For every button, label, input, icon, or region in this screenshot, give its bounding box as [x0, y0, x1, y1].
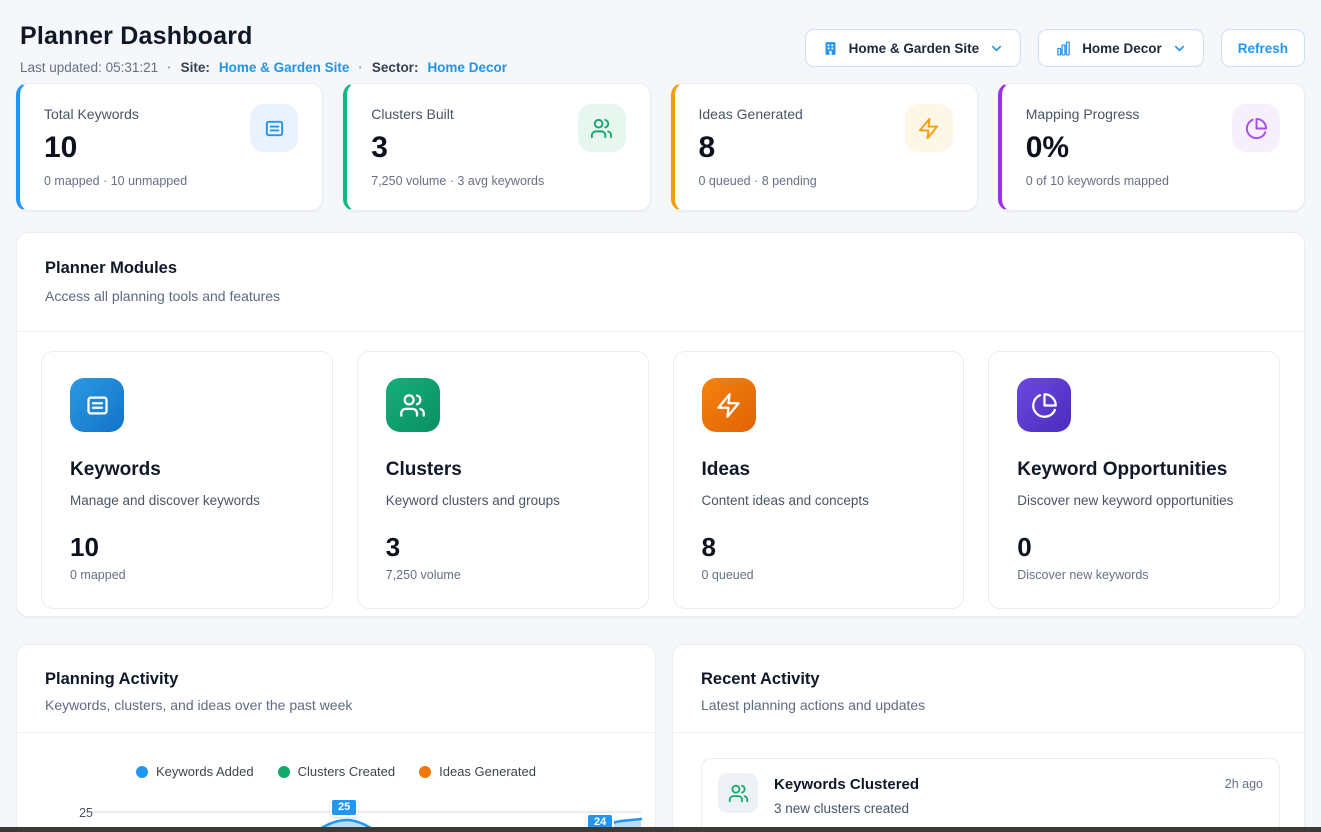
users-icon — [578, 104, 626, 152]
module-card-keywords[interactable]: Keywords Manage and discover keywords 10… — [41, 351, 333, 609]
legend-dot-orange — [419, 766, 431, 778]
stat-sub: 0 queued · 8 pending — [699, 174, 953, 188]
module-value: 3 — [386, 532, 620, 563]
module-description: Content ideas and concepts — [702, 493, 936, 508]
legend-label: Clusters Created — [298, 764, 396, 779]
activity-item-body: Keywords Clustered 3 new clusters create… — [774, 773, 1209, 829]
site-link[interactable]: Home & Garden Site — [219, 60, 350, 75]
module-description: Manage and discover keywords — [70, 493, 304, 508]
module-title: Clusters — [386, 459, 620, 481]
modules-panel-subtitle: Access all planning tools and features — [45, 288, 280, 304]
sector-selector-label: Home Decor — [1082, 41, 1162, 56]
header-controls: Home & Garden Site Home Decor Refresh — [805, 29, 1305, 67]
stat-card-total-keywords: Total Keywords 10 0 mapped · 10 unmapped — [16, 83, 323, 211]
recent-panel-title: Recent Activity — [701, 670, 820, 689]
document-lines-icon — [70, 378, 124, 432]
planner-dashboard-page: Planner Dashboard Last updated: 05:31:21… — [0, 0, 1321, 832]
module-description: Discover new keyword opportunities — [1017, 493, 1251, 508]
bar-chart-icon — [1055, 40, 1072, 57]
modules-panel-title: Planner Modules — [45, 259, 177, 278]
sector-label: Sector: — [372, 60, 419, 75]
lightning-icon — [905, 104, 953, 152]
site-selector-dropdown[interactable]: Home & Garden Site — [805, 29, 1022, 67]
site-label: Site: — [181, 60, 210, 75]
page-title: Planner Dashboard — [20, 22, 507, 51]
planner-modules-panel: Planner Modules Access all planning tool… — [16, 232, 1305, 617]
chart-legend: Keywords Added Clusters Created Ideas Ge… — [17, 764, 655, 779]
legend-label: Ideas Generated — [439, 764, 536, 779]
chevron-down-icon — [1172, 41, 1187, 56]
last-updated-text: Last updated: 05:31:21 — [20, 60, 158, 75]
recent-panel-subtitle: Latest planning actions and updates — [701, 697, 925, 713]
page-meta: Last updated: 05:31:21 · Site: Home & Ga… — [20, 60, 507, 75]
stat-sub: 0 of 10 keywords mapped — [1026, 174, 1280, 188]
legend-item-keywords-added[interactable]: Keywords Added — [136, 764, 254, 779]
activity-item-timestamp: 2h ago — [1225, 777, 1263, 829]
module-card-ideas[interactable]: Ideas Content ideas and concepts 8 0 que… — [673, 351, 965, 609]
sector-link[interactable]: Home Decor — [427, 60, 507, 75]
meta-separator: · — [167, 60, 172, 75]
legend-label: Keywords Added — [156, 764, 254, 779]
module-sub: 0 mapped — [70, 568, 304, 582]
sector-selector-dropdown[interactable]: Home Decor — [1038, 29, 1204, 67]
users-icon — [718, 773, 758, 813]
pie-chart-icon — [1017, 378, 1071, 432]
stat-card-ideas-generated: Ideas Generated 8 0 queued · 8 pending — [671, 83, 978, 211]
page-header: Planner Dashboard Last updated: 05:31:21… — [20, 22, 507, 75]
activity-item-title: Keywords Clustered — [774, 776, 1209, 793]
data-point-label: 25 — [330, 798, 358, 817]
divider — [17, 732, 655, 733]
activity-panel-subtitle: Keywords, clusters, and ideas over the p… — [45, 697, 352, 713]
stat-sub: 0 mapped · 10 unmapped — [44, 174, 298, 188]
pie-chart-icon — [1232, 104, 1280, 152]
stats-row: Total Keywords 10 0 mapped · 10 unmapped… — [16, 83, 1305, 210]
module-sub: Discover new keywords — [1017, 568, 1251, 582]
module-title: Ideas — [702, 459, 936, 481]
module-sub: 7,250 volume — [386, 568, 620, 582]
legend-dot-green — [278, 766, 290, 778]
stat-card-mapping-progress: Mapping Progress 0% 0 of 10 keywords map… — [998, 83, 1305, 211]
lightning-icon — [702, 378, 756, 432]
legend-dot-blue — [136, 766, 148, 778]
meta-separator: · — [358, 60, 363, 75]
activity-item-description: 3 new clusters created — [774, 801, 1209, 816]
stat-card-clusters-built: Clusters Built 3 7,250 volume · 3 avg ke… — [343, 83, 650, 211]
module-value: 0 — [1017, 532, 1251, 563]
document-lines-icon — [250, 104, 298, 152]
activity-list-item: Keywords Clustered 3 new clusters create… — [701, 758, 1280, 832]
recent-activity-panel: Recent Activity Latest planning actions … — [672, 644, 1305, 832]
module-title: Keyword Opportunities — [1017, 459, 1251, 481]
module-sub: 0 queued — [702, 568, 936, 582]
refresh-button[interactable]: Refresh — [1221, 29, 1305, 67]
module-value: 10 — [70, 532, 304, 563]
planning-activity-panel: Planning Activity Keywords, clusters, an… — [16, 644, 656, 832]
module-description: Keyword clusters and groups — [386, 493, 620, 508]
stat-sub: 7,250 volume · 3 avg keywords — [371, 174, 625, 188]
divider — [17, 331, 1304, 332]
window-bottom-edge — [0, 827, 1321, 832]
legend-item-clusters-created[interactable]: Clusters Created — [278, 764, 396, 779]
module-title: Keywords — [70, 459, 304, 481]
module-value: 8 — [702, 532, 936, 563]
module-card-clusters[interactable]: Clusters Keyword clusters and groups 3 7… — [357, 351, 649, 609]
modules-grid: Keywords Manage and discover keywords 10… — [41, 351, 1280, 589]
module-card-keyword-opportunities[interactable]: Keyword Opportunities Discover new keywo… — [988, 351, 1280, 609]
activity-panel-title: Planning Activity — [45, 670, 178, 689]
legend-item-ideas-generated[interactable]: Ideas Generated — [419, 764, 536, 779]
users-icon — [386, 378, 440, 432]
building-icon — [822, 40, 839, 57]
chevron-down-icon — [989, 41, 1004, 56]
divider — [673, 732, 1304, 733]
site-selector-label: Home & Garden Site — [849, 41, 980, 56]
y-axis-tick: 25 — [79, 806, 93, 820]
